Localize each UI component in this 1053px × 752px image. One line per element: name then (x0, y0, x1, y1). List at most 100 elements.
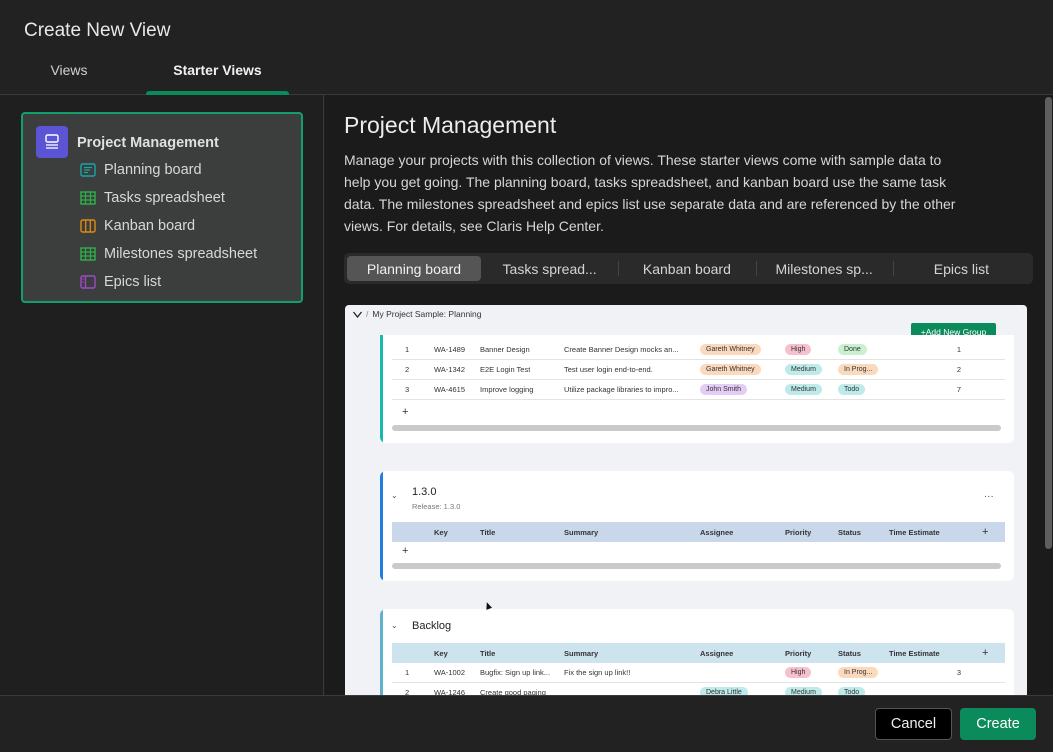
dialog-title: Create New View (24, 20, 171, 41)
add-column-button[interactable]: + (982, 526, 988, 538)
tab-views[interactable]: Views (24, 62, 114, 95)
cell-summary: Utilize package libraries to impro... (564, 385, 679, 394)
group-name: Backlog (412, 620, 452, 632)
column-header: Assignee (700, 648, 734, 658)
tab-starter-views[interactable]: Starter Views (146, 62, 289, 95)
preview-breadcrumb: / My Project Sample: Planning (353, 309, 482, 319)
cell-assignee-pill: Gareth Whitney (700, 344, 761, 355)
group-subtitle: Release: 1.3.0 (412, 502, 461, 511)
scrollbar-thumb[interactable] (1045, 97, 1052, 549)
table-row[interactable]: 1 WA-1002 Bugfix: Sign up link... Fix the s… (392, 663, 1005, 683)
list-icon (80, 275, 96, 289)
cell-status: Todo (838, 687, 866, 695)
cell-time-estimate: 1 (956, 345, 961, 354)
cell-title: Improve logging (480, 385, 534, 394)
group-table: Key Title Summary Assignee Priority Status Tim… (392, 522, 1005, 542)
spreadsheet-icon (80, 191, 96, 205)
cell-priority: Medium (785, 384, 822, 395)
column-header: Time Estimate (889, 527, 940, 537)
cell-key: WA-1246 (434, 688, 465, 695)
segment-epics-list[interactable]: Epics list (892, 256, 1030, 281)
breadcrumb-separator: / (366, 309, 369, 319)
cell-status: In Prog... (838, 364, 879, 375)
card-item-label: Kanban board (104, 218, 196, 234)
segment-milestones-spreadsheet[interactable]: Milestones sp... (755, 256, 893, 281)
column-header: Key (434, 648, 448, 658)
card-item-label: Milestones spreadsheet (104, 246, 258, 262)
planning-board-preview: / My Project Sample: Planning +Add New G… (345, 305, 1027, 695)
card-item-milestones-spreadsheet: Milestones spreadsheet (80, 244, 257, 264)
more-options-icon[interactable]: ... (984, 489, 994, 500)
add-column-button[interactable]: + (982, 647, 988, 659)
cell-title: Banner Design (480, 345, 530, 354)
details-scrollbar[interactable] (1044, 95, 1053, 695)
preview-group: 1 WA-1489 Banner Design Create Banner Desig… (380, 335, 1014, 443)
cell-assignee-pill: Gareth Whitney (700, 364, 761, 375)
breadcrumb-text: My Project Sample: Planning (372, 309, 482, 319)
cell-priority: High (785, 667, 812, 678)
add-row-button[interactable]: + (402, 406, 408, 418)
dialog-footer: Cancel Create (0, 695, 1053, 752)
cancel-button[interactable]: Cancel (875, 708, 952, 740)
table-row[interactable]: 1 WA-1489 Banner Design Create Banner Desig… (392, 340, 1005, 360)
kanban-icon (80, 219, 96, 233)
add-row-button[interactable]: + (402, 545, 408, 557)
monitor-icon (36, 126, 68, 158)
cell-time-estimate: 7 (956, 385, 961, 394)
group-accent (380, 335, 383, 443)
cell-time-estimate: 3 (956, 668, 961, 677)
row-number: 2 (405, 688, 410, 695)
table-row[interactable]: 2 WA-1342 E2E Login Test Test user login en… (392, 360, 1005, 380)
segment-label: Epics list (933, 260, 989, 277)
starter-card-project-management[interactable]: Project Management Planning board Tasks … (21, 112, 303, 303)
cell-key: WA-4615 (434, 385, 465, 394)
cell-assignee-pill: John Smith (700, 384, 748, 395)
column-header: Title (480, 527, 496, 537)
create-new-view-dialog: Create New View Views Starter Views Proj… (0, 0, 1053, 752)
create-button[interactable]: Create (960, 708, 1036, 740)
column-header: Status (838, 648, 861, 658)
segment-divider (892, 261, 894, 276)
cell-priority-pill: Medium (785, 384, 822, 395)
starter-view-details: Project Management Manage your projects … (325, 95, 1053, 695)
column-header: Title (480, 648, 496, 658)
cell-key: WA-1002 (434, 668, 465, 677)
row-number: 1 (405, 668, 410, 677)
chevron-down-icon[interactable]: ⌄ (391, 491, 398, 500)
column-header: Priority (785, 648, 812, 658)
card-item-tasks-spreadsheet: Tasks spreadsheet (80, 188, 225, 208)
cell-assignee: Gareth Whitney (700, 364, 761, 375)
horizontal-scrollbar[interactable] (392, 425, 1001, 431)
tab-starter-views-label: Starter Views (173, 62, 262, 78)
cell-summary: Test user login end-to-end. (564, 365, 653, 374)
cell-key: WA-1489 (434, 345, 465, 354)
column-header: Status (838, 527, 861, 537)
tab-views-label: Views (50, 62, 88, 78)
cell-status-pill: Done (838, 344, 867, 355)
preview-group: ⌄ 1.3.0 Release: 1.3.0 ... Key Title Summa… (380, 471, 1014, 581)
segment-kanban-board[interactable]: Kanban board (618, 256, 755, 281)
segment-planning-board[interactable]: Planning board (347, 256, 481, 281)
cell-priority-pill: Medium (785, 364, 822, 375)
table-row[interactable]: 2 WA-1246 Create good paging Debra Little Me… (392, 683, 1005, 695)
chevron-down-icon[interactable]: ⌄ (391, 621, 398, 630)
cell-summary: Create Banner Design mocks an... (564, 345, 679, 354)
group-table: Key Title Summary Assignee Priority Status Tim… (392, 643, 1005, 695)
cell-status: In Prog... (838, 667, 879, 678)
preview-group: ⌄ Backlog Key Title Summary Assignee Priorit… (380, 609, 1014, 695)
table-row[interactable]: 3 WA-4615 Improve logging Utilize package l… (392, 380, 1005, 400)
horizontal-scrollbar[interactable] (392, 563, 1001, 569)
group-accent (380, 471, 383, 581)
table-header-row: Key Title Summary Assignee Priority Status Tim… (392, 522, 1005, 542)
cell-priority-pill: Medium (785, 687, 822, 695)
cell-assignee: Debra Little (700, 687, 748, 695)
segment-tasks-spreadsheet[interactable]: Tasks spread... (481, 256, 618, 281)
segment-divider (618, 261, 620, 276)
details-title: Project Management (344, 112, 557, 138)
cell-key: WA-1342 (434, 365, 465, 374)
cell-status: Done (838, 344, 867, 355)
cell-status-pill: In Prog... (838, 364, 879, 375)
cell-priority: High (785, 344, 812, 355)
column-header: Summary (564, 648, 599, 658)
segment-divider (755, 261, 757, 276)
